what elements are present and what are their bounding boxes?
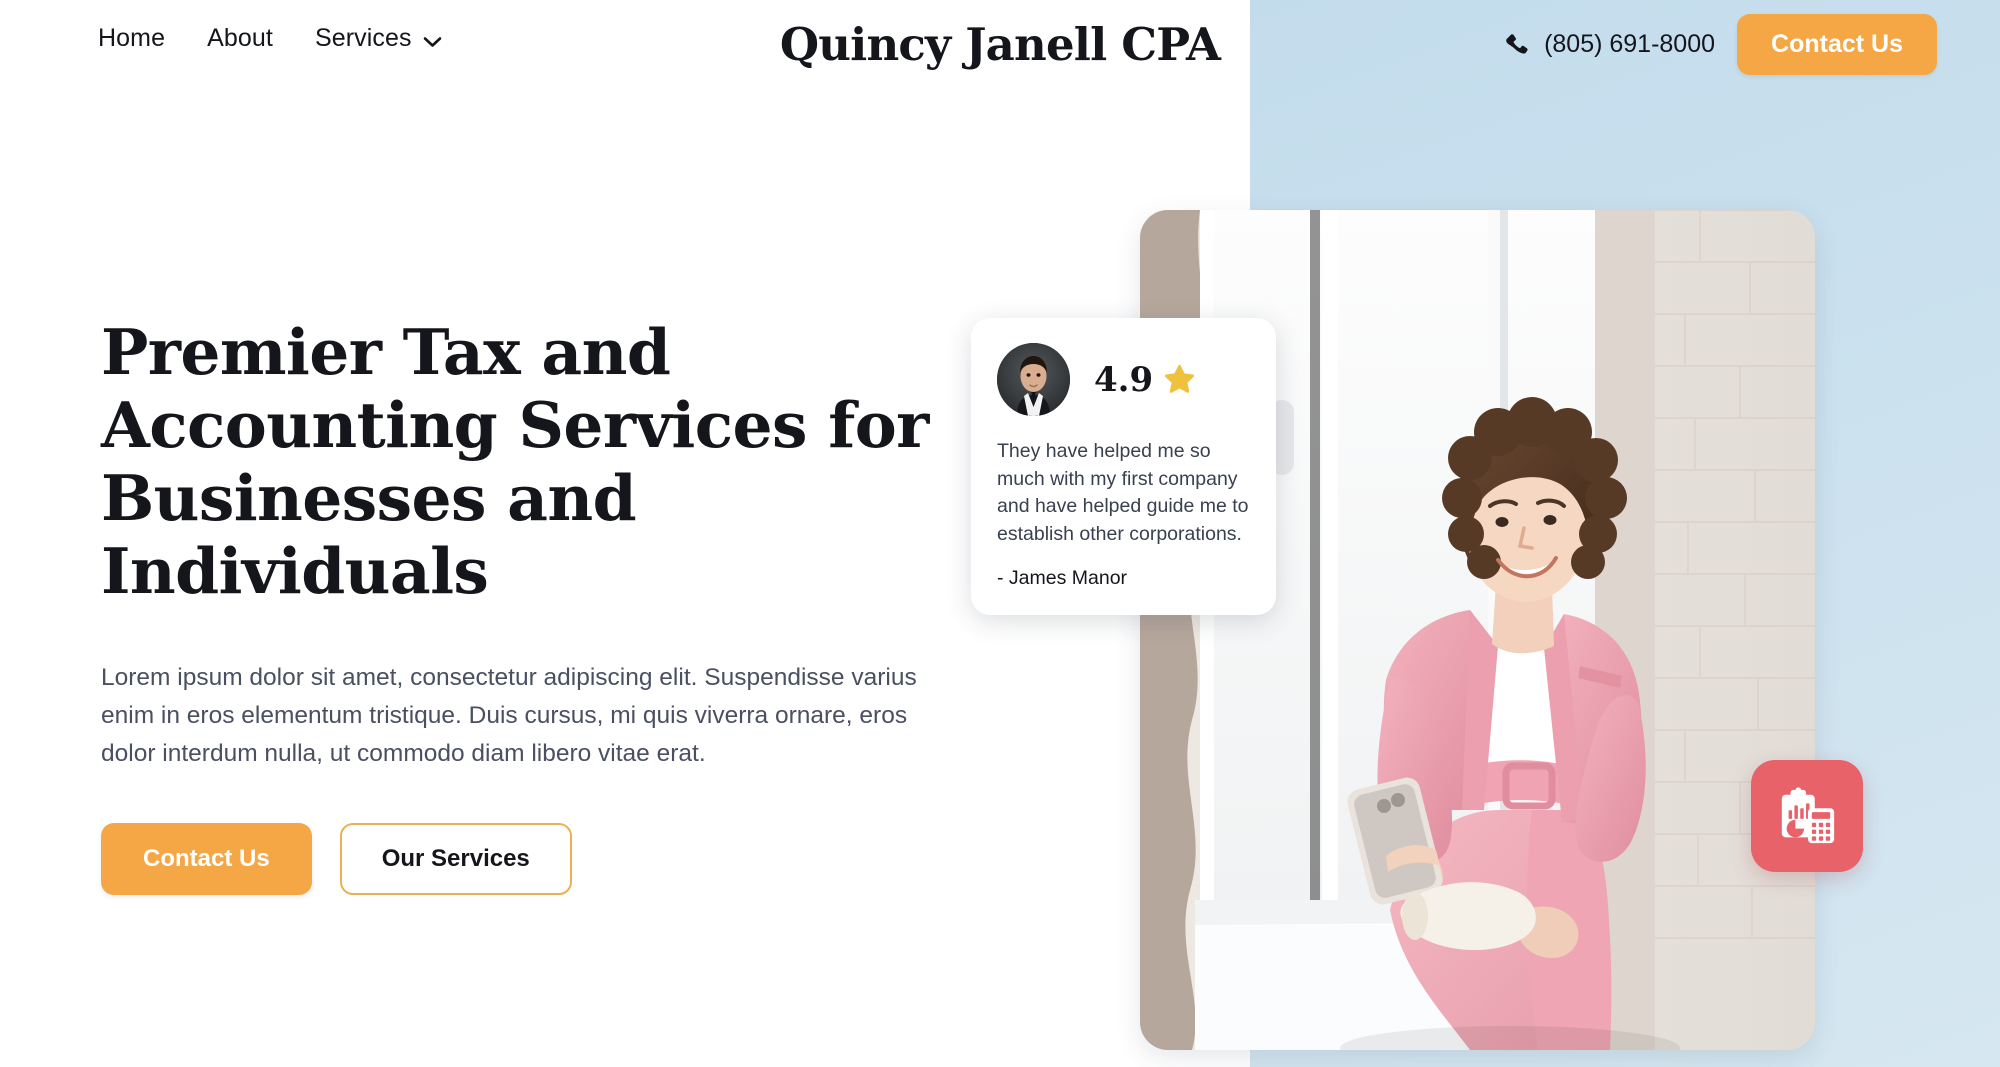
hero-paragraph: Lorem ipsum dolor sit amet, consectetur … xyxy=(101,664,917,768)
hero-copy-block: Premier Tax and Accounting Services for … xyxy=(101,315,971,896)
nav-item-services-label: Services xyxy=(314,24,412,52)
accounting-clipboard-calculator-icon xyxy=(1776,785,1838,847)
nav-item-home[interactable]: Home xyxy=(98,26,165,51)
avatar xyxy=(997,343,1070,416)
testimonial-card: 4.9 They have helped me so much with my … xyxy=(971,318,1276,616)
rating-block: 4.9 xyxy=(1094,363,1195,397)
chevron-down-icon xyxy=(423,35,442,47)
site-logo-wordmark[interactable]: Quincy Janell CPA xyxy=(780,18,1221,71)
header-contact-us-button[interactable]: Contact Us xyxy=(1737,14,1937,75)
header-phone-link[interactable]: (805) 691-8000 xyxy=(1504,32,1715,58)
page-root: Home About Services Quincy Janell CPA (8… xyxy=(0,0,2000,1067)
hero-our-services-button[interactable]: Our Services xyxy=(339,823,572,896)
rating-value: 4.9 xyxy=(1094,359,1154,400)
site-header: Home About Services Quincy Janell CPA (8… xyxy=(0,0,2000,92)
primary-navigation: Home About Services xyxy=(98,26,442,51)
hero-contact-us-button[interactable]: Contact Us xyxy=(101,823,312,896)
header-actions: (805) 691-8000 Contact Us xyxy=(1504,14,1937,75)
star-icon xyxy=(1164,364,1195,395)
header-phone-number: (805) 691-8000 xyxy=(1544,30,1716,58)
hero-button-group: Contact Us Our Services xyxy=(101,823,971,896)
nav-item-services[interactable]: Services xyxy=(315,26,442,51)
accounting-badge xyxy=(1751,760,1863,872)
phone-icon xyxy=(1504,32,1530,58)
testimonial-author: - James Manor xyxy=(997,566,1128,589)
hero-heading: Premier Tax and Accounting Services for … xyxy=(101,315,929,609)
nav-item-about[interactable]: About xyxy=(207,26,273,51)
testimonial-quote: They have helped me so much with my firs… xyxy=(997,440,1249,546)
testimonial-header: 4.9 xyxy=(997,343,1250,416)
